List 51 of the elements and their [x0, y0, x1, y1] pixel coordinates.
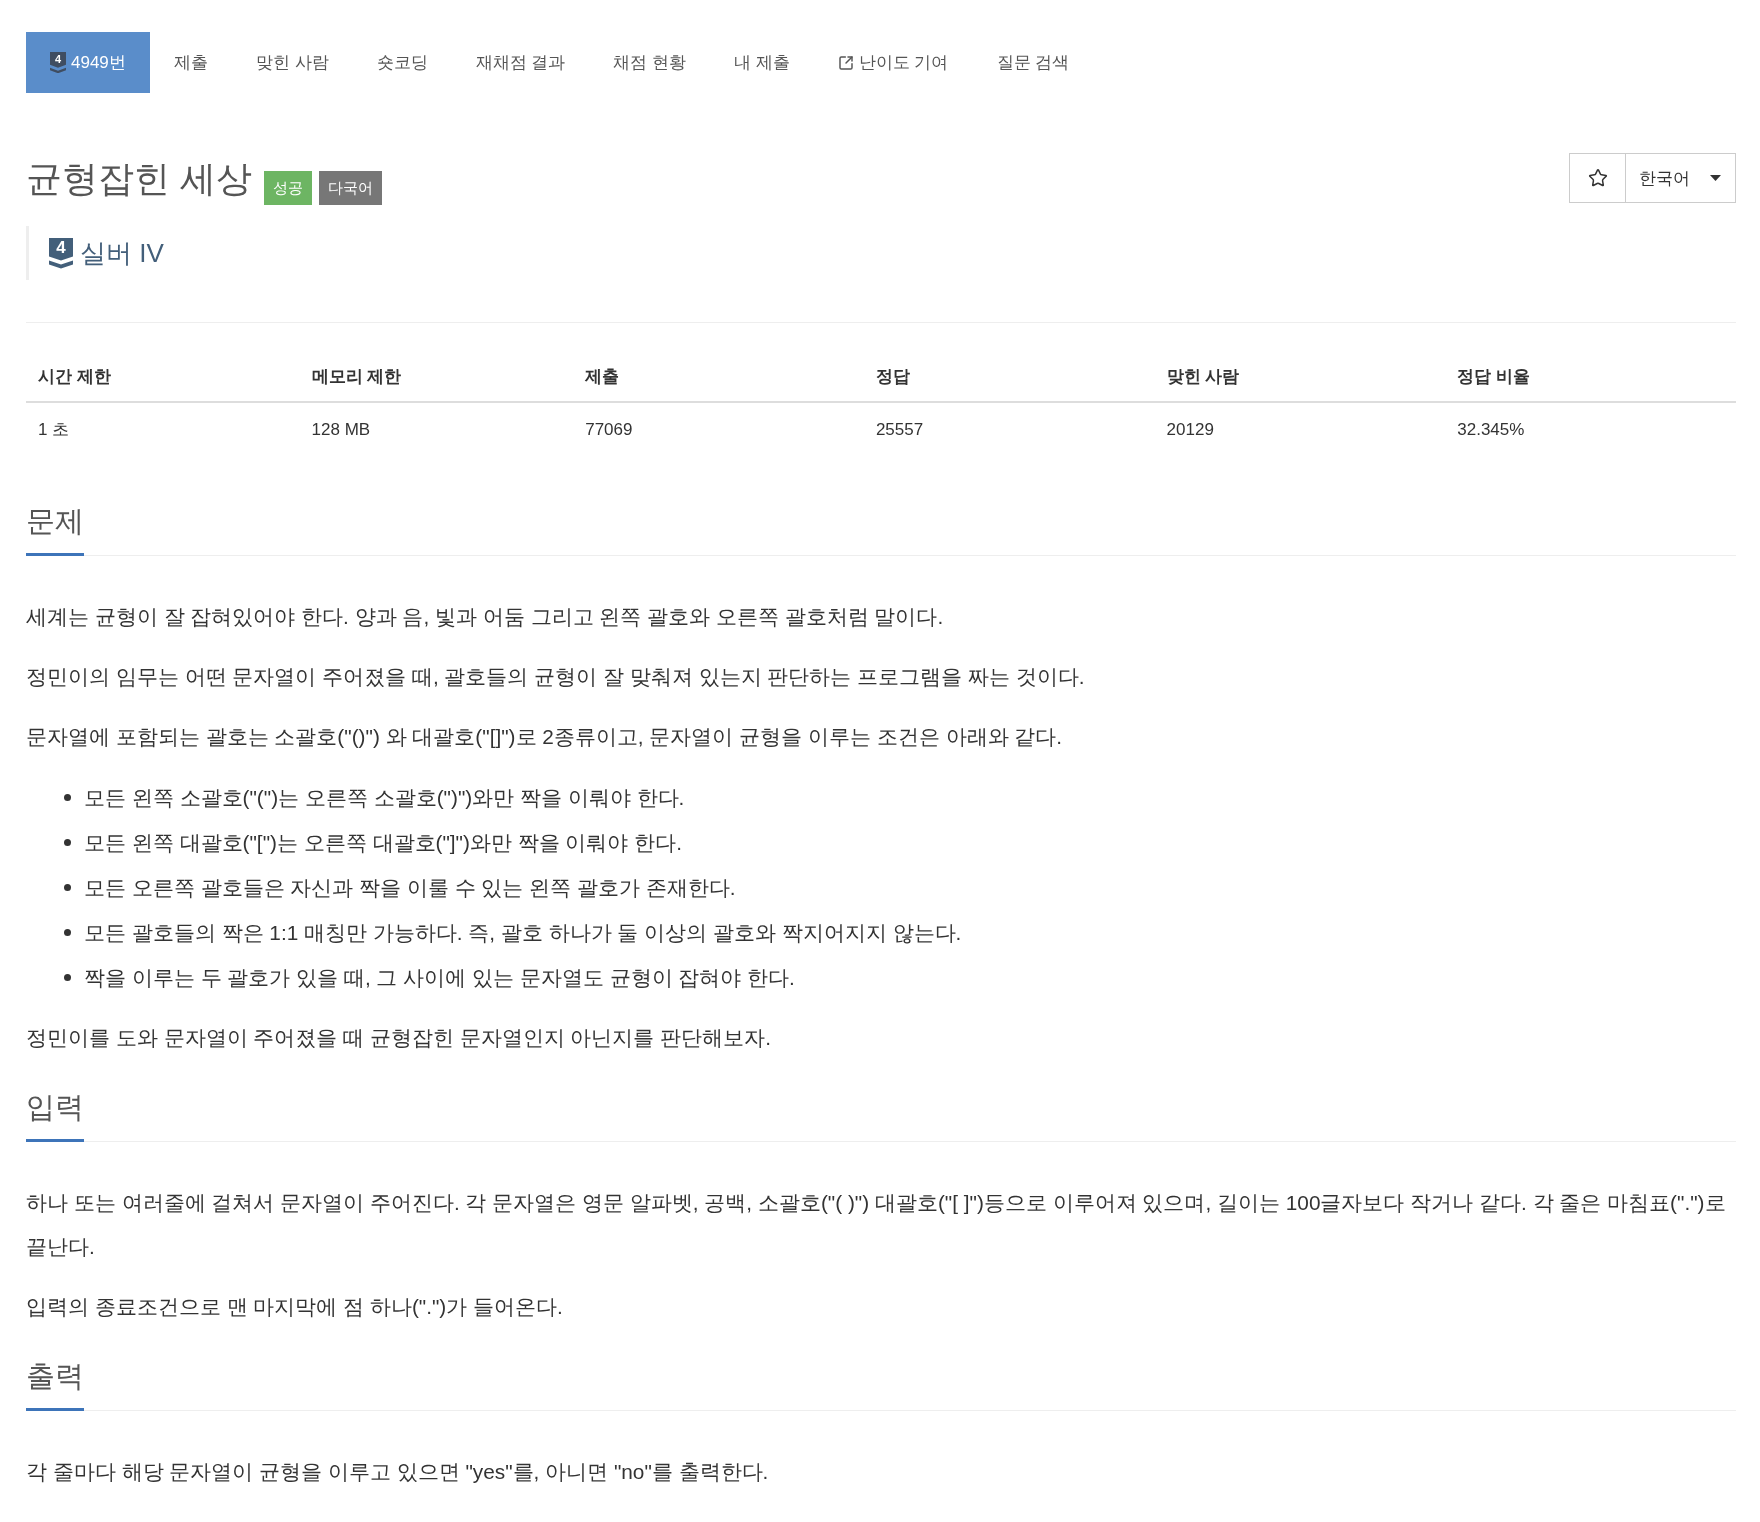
bullet-icon: [64, 884, 71, 891]
list-item-text: 짝을 이루는 두 괄호가 있을 때, 그 사이에 있는 문자열도 균형이 잡혀야 한다.: [84, 965, 795, 991]
nav-tab[interactable]: 내 제출: [710, 32, 814, 93]
nav-tab[interactable]: 난이도 기여: [813, 32, 973, 93]
table-cell: 20129: [1154, 402, 1446, 457]
table-cell: 1 초: [26, 402, 300, 457]
nav-tab[interactable]: 4 4949번: [26, 32, 150, 93]
section-heading: 입력: [26, 1087, 84, 1142]
list-item-text: 모든 괄호들의 짝은 1:1 매칭만 가능하다. 즉, 괄호 하나가 둘 이상의 괄호와 짝지어지지 않는다.: [84, 920, 962, 946]
nav-tab[interactable]: 질문 검색: [972, 32, 1094, 93]
nav-tab[interactable]: 맞힌 사람: [231, 32, 353, 93]
table-cell: 77069: [573, 402, 864, 457]
tier-badge: 4: [50, 51, 66, 74]
status-badge: 성공: [264, 171, 312, 205]
column-header: 시간 제한: [26, 361, 300, 402]
star-button[interactable]: [1569, 153, 1626, 203]
section-heading: 출력: [26, 1356, 84, 1411]
description-text: 각 줄마다 해당 문자열이 균형을 이루고 있으면 "yes"를, 아니면 "no"를 출력한다.: [26, 1459, 770, 1485]
column-header: 제출: [573, 361, 864, 402]
nav-tab[interactable]: 제출: [149, 32, 232, 93]
tier-text: 실버 IV: [80, 236, 164, 270]
bullet-icon: [64, 839, 71, 846]
column-header: 맞힌 사람: [1154, 361, 1446, 402]
column-header: 메모리 제한: [299, 361, 574, 402]
description-text: 세계는 균형이 잘 잡혀있어야 한다. 양과 음, 빛과 어둠 그리고 왼쪽 괄호와 오른쪽 괄호처럼 말이다.: [26, 604, 945, 630]
description-text: 입력의 종료조건으로 맨 마지막에 점 하나(".")가 들어온다.: [26, 1294, 564, 1320]
table-cell: 25557: [863, 402, 1155, 457]
language-dropdown[interactable]: 한국어: [1626, 153, 1736, 203]
description-text: 정민이를 도와 문자열이 주어졌을 때 균형잡힌 문자열인지 아닌지를 판단해보자.: [26, 1025, 772, 1051]
description-text: 문자열에 포함되는 괄호는 소괄호("()") 와 대괄호("[]")로 2종류이고, 문자열이 균형을 이루는 조건은 아래와 같다.: [26, 724, 1064, 750]
external-link-icon: [837, 54, 854, 71]
bullet-icon: [64, 974, 71, 981]
list-item-text: 모든 오른쪽 괄호들은 자신과 짝을 이룰 수 있는 왼쪽 괄호가 존재한다.: [84, 875, 736, 901]
nav-tab[interactable]: 재채점 결과: [451, 32, 590, 93]
list-item-text: 모든 왼쪽 소괄호("(")는 오른쪽 소괄호(")")와만 짝을 이뤄야 한다.: [84, 785, 685, 811]
list-item-text: 모든 왼쪽 대괄호("[")는 오른쪽 대괄호("]")와만 짝을 이뤄야 한다.: [84, 830, 682, 856]
caret-icon: [1710, 175, 1721, 181]
column-header: 정답 비율: [1445, 361, 1736, 402]
bullet-icon: [64, 794, 71, 801]
nav-tab[interactable]: 숏코딩: [352, 32, 452, 93]
table-cell: 32.345%: [1445, 402, 1736, 457]
table-cell: 128 MB: [299, 402, 574, 457]
section-heading: 문제: [26, 501, 84, 556]
status-badge: 다국어: [319, 171, 382, 205]
tier-badge: 4: [49, 237, 73, 269]
nav-tab[interactable]: 채점 현황: [589, 32, 711, 93]
bullet-icon: [64, 929, 71, 936]
problem-title: 균형잡힌 세상: [26, 157, 252, 200]
description-text: 정민이의 임무는 어떤 문자열이 주어졌을 때, 괄호들의 균형이 잘 맞춰져 있는지 판단하는 프로그램을 짜는 것이다.: [26, 664, 1086, 690]
description-text: 하나 또는 여러줄에 걸쳐서 문자열이 주어진다. 각 문자열은 영문 알파벳, 공백, 소괄호("( )") 대괄호("[ ]")등으로 이루어져 있으며, 길이는 100글자보다 작거나 같다. 각 줄은 마침표(".")로 끝난다.: [26, 1190, 1727, 1260]
column-header: 정답: [863, 361, 1155, 402]
